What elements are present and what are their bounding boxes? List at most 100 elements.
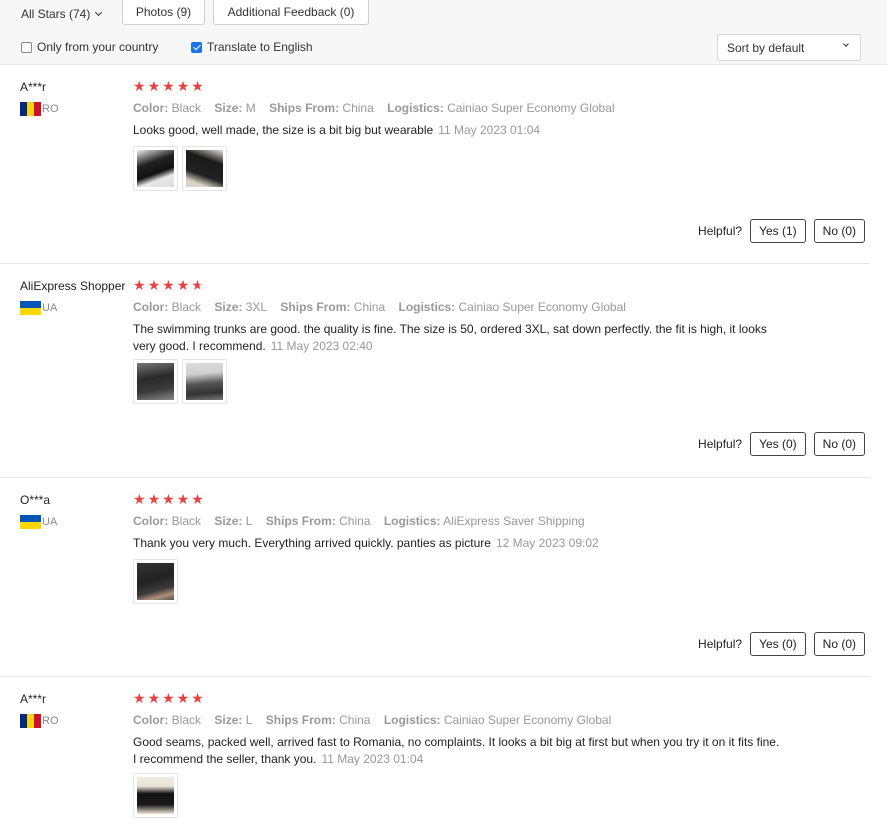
translate-checkbox[interactable]: Translate to English <box>191 40 313 54</box>
country-code: RO <box>42 103 59 115</box>
romania-flag-icon <box>20 714 41 728</box>
review-photo[interactable] <box>133 559 178 604</box>
checkbox-checked-icon[interactable] <box>191 41 202 53</box>
chevron-down-icon <box>843 41 849 47</box>
helpful-no-button[interactable]: No (0) <box>813 432 865 456</box>
star-filter-label: All Stars (74) <box>21 7 91 21</box>
half-star-icon: ★ <box>191 277 204 293</box>
review-photo[interactable] <box>133 146 178 191</box>
review-photos <box>133 559 178 604</box>
romania-flag-icon <box>20 102 41 116</box>
reviewer-name: A***r <box>20 80 47 94</box>
logistics-label: Logistics: <box>387 101 444 115</box>
star-icon: ★ <box>162 277 175 293</box>
review-photo[interactable] <box>182 359 227 404</box>
review-content: Good seams, packed well, arrived fast to… <box>133 734 783 768</box>
helpful-vote: Helpful? Yes (0) No (0) <box>698 632 865 656</box>
photos-filter-button[interactable]: Photos (9) <box>122 0 205 25</box>
additional-feedback-button[interactable]: Additional Feedback (0) <box>213 0 369 25</box>
helpful-vote: Helpful? Yes (1) No (0) <box>698 219 865 243</box>
review-date: 12 May 2023 09:02 <box>495 536 599 550</box>
logistics-label: Logistics: <box>383 713 441 727</box>
star-icon: ★ <box>133 690 146 706</box>
rating-stars: ★ ★ ★ ★ ★ <box>133 691 204 705</box>
review-item: A***r RO ★ ★ ★ ★ ★ Color: Black Size: M Ship… <box>0 65 870 264</box>
helpful-no-button[interactable]: No (0) <box>813 632 865 656</box>
star-icon: ★ <box>147 491 161 507</box>
review-text: The swimming trunks are good. the qualit… <box>133 322 767 353</box>
helpful-no-button[interactable]: No (0) <box>813 219 865 243</box>
review-text: Good seams, packed well, arrived fast to… <box>133 735 780 766</box>
rating-stars: ★ ★ ★ ★ ★ <box>133 79 204 93</box>
ships-from-label: Ships From: <box>265 514 336 528</box>
star-icon: ★ <box>147 690 161 706</box>
review-photos <box>133 773 178 818</box>
reviewer-name: A***r <box>20 692 47 706</box>
star-icon: ★ <box>191 690 204 706</box>
ukraine-flag-icon <box>20 515 41 529</box>
star-icon: ★ <box>147 78 161 94</box>
size-value: 3XL <box>245 300 268 314</box>
size-label: Size: <box>214 101 243 115</box>
checkbox-icon[interactable] <box>21 41 32 53</box>
star-icon: ★ <box>176 690 190 706</box>
color-value: Black <box>171 300 202 314</box>
star-icon: ★ <box>191 491 204 507</box>
ships-from-label: Ships From: <box>265 713 336 727</box>
rating-stars: ★ ★ ★ ★ ★ <box>133 278 204 292</box>
sort-select[interactable]: Sort by default <box>717 34 861 61</box>
review-photo[interactable] <box>133 773 178 818</box>
ships-from-label: Ships From: <box>280 300 351 314</box>
star-icon: ★ <box>133 78 146 94</box>
review-item: AliExpress Shopper UA ★ ★ ★ ★ ★ Color: Black… <box>0 264 870 478</box>
reviewer-name: AliExpress Shopper <box>20 279 126 293</box>
color-label: Color: <box>133 101 169 115</box>
review-content: The swimming trunks are good. the qualit… <box>133 321 783 355</box>
ukraine-flag-icon <box>20 301 41 315</box>
star-filter-dropdown[interactable]: All Stars (74) <box>21 6 103 22</box>
logistics-value: Cainiao Super Economy Global <box>443 713 612 727</box>
sku-attributes: Color: Black Size: M Ships From: China L… <box>133 101 625 115</box>
color-value: Black <box>171 101 202 115</box>
star-icon: ★ <box>133 277 146 293</box>
size-label: Size: <box>214 514 243 528</box>
color-label: Color: <box>133 300 169 314</box>
review-text: Looks good, well made, the size is a bit… <box>133 123 434 137</box>
rating-stars: ★ ★ ★ ★ ★ <box>133 492 204 506</box>
review-item: A***r RO ★ ★ ★ ★ ★ Color: Black Size: L Ship… <box>0 677 870 839</box>
helpful-yes-button[interactable]: Yes (0) <box>750 432 806 456</box>
review-date: 11 May 2023 01:04 <box>438 123 541 137</box>
only-country-label: Only from your country <box>37 40 159 54</box>
ships-from-value: China <box>353 300 386 314</box>
helpful-yes-button[interactable]: Yes (0) <box>750 632 806 656</box>
filter-bar: All Stars (74) Photos (9) Additional Fee… <box>0 0 887 65</box>
helpful-label: Helpful? <box>698 224 743 238</box>
review-photos <box>133 146 227 191</box>
only-country-checkbox[interactable]: Only from your country <box>21 40 158 54</box>
review-photo[interactable] <box>182 146 227 191</box>
color-value: Black <box>171 514 202 528</box>
helpful-yes-button[interactable]: Yes (1) <box>750 219 806 243</box>
reviewer-country: UA <box>20 301 57 315</box>
sort-select-value: Sort by default <box>727 40 805 55</box>
color-label: Color: <box>133 514 169 528</box>
review-photo[interactable] <box>133 359 178 404</box>
logistics-label: Logistics: <box>398 300 456 314</box>
review-item: O***a UA ★ ★ ★ ★ ★ Color: Black Size: L Ship… <box>0 478 870 677</box>
logistics-value: Cainiao Super Economy Global <box>458 300 626 314</box>
sku-attributes: Color: Black Size: L Ships From: China L… <box>133 713 621 727</box>
helpful-vote: Helpful? Yes (0) No (0) <box>698 432 865 456</box>
ships-from-label: Ships From: <box>269 101 340 115</box>
reviewer-country: RO <box>20 102 59 116</box>
helpful-label: Helpful? <box>698 637 743 651</box>
size-value: L <box>245 713 253 727</box>
review-content: Looks good, well made, the size is a bit… <box>133 122 783 139</box>
review-date: 11 May 2023 01:04 <box>321 752 424 766</box>
logistics-value: Cainiao Super Economy Global <box>447 101 615 115</box>
star-icon: ★ <box>133 491 146 507</box>
star-icon: ★ <box>162 78 175 94</box>
country-code: UA <box>42 302 58 314</box>
star-icon: ★ <box>176 277 190 293</box>
star-icon: ★ <box>191 78 204 94</box>
size-value: L <box>245 514 253 528</box>
